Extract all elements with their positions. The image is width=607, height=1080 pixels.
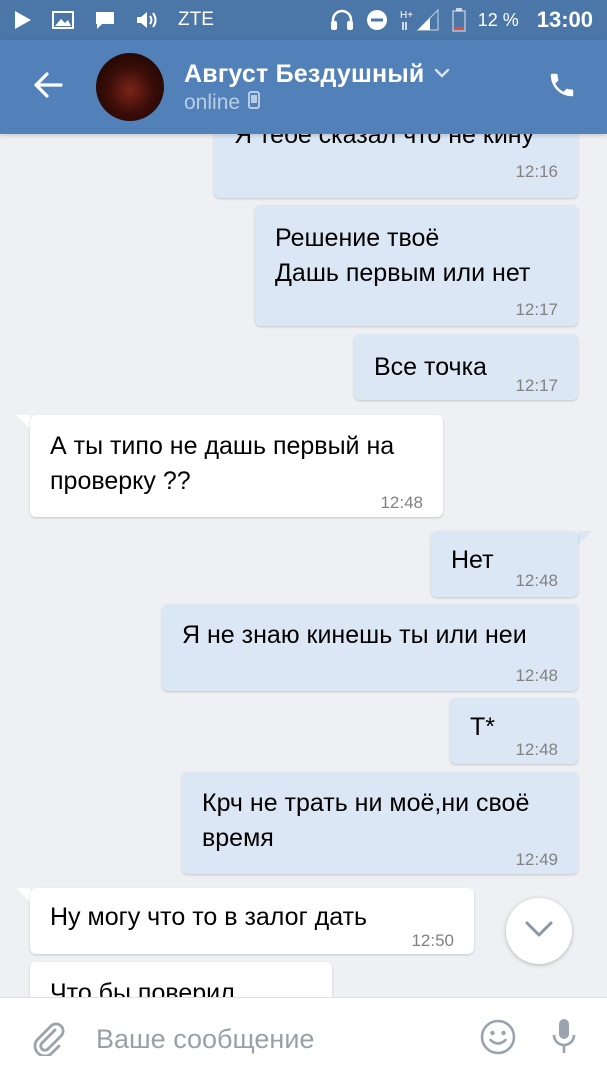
paperclip-icon [31, 1018, 65, 1061]
message-time: 12:50 [411, 931, 454, 950]
clock: 13:00 [536, 7, 593, 32]
message-text: Я тебе сказал что не кину [234, 134, 535, 149]
message-time: 12:48 [515, 666, 558, 685]
avatar[interactable] [96, 53, 164, 121]
message-text: Нет [451, 546, 494, 574]
message-bubble[interactable]: А ты типо не дашь первый на проверку ?? … [30, 415, 443, 517]
message-time: 12:48 [515, 740, 558, 759]
message-bubble[interactable]: Решение твоё Дашь первым или нет 12:17 [255, 205, 578, 326]
message-text: Решение твоё Дашь первым или нет [275, 224, 531, 287]
message-text: Я не знаю кинешь ты или неи [182, 621, 527, 649]
message-list[interactable]: Я тебе сказал что не кину 12:16 Решение … [0, 134, 607, 997]
message-bubble[interactable]: Что бы поверил [30, 962, 332, 997]
bubble-tail [16, 888, 30, 902]
message-time: 12:17 [515, 300, 558, 319]
message-input[interactable] [96, 1009, 463, 1069]
message-bubble[interactable]: Я тебе сказал что не кину 12:16 [214, 134, 578, 198]
mobile-icon [248, 91, 261, 114]
network-type-label: H+ [400, 10, 413, 21]
chevron-down-icon [434, 65, 450, 83]
message-time: 12:48 [515, 571, 558, 590]
contact-info[interactable]: Август Бездушный online [184, 60, 450, 115]
message-bubble[interactable]: Т* 12:48 [450, 698, 578, 764]
message-composer [0, 997, 607, 1080]
chevron-down-icon [524, 920, 554, 943]
signal-icon: H+ [400, 8, 440, 32]
back-arrow-icon [33, 71, 63, 103]
battery-icon [452, 8, 466, 32]
message-time: 12:17 [515, 376, 558, 395]
message-text: А ты типо не дашь первый на проверку ?? [50, 432, 395, 495]
contact-status: online [184, 90, 241, 114]
play-icon [14, 10, 32, 30]
bubble-tail [16, 415, 30, 429]
message-bubble[interactable]: Ну могу что то в залог дать 12:50 [30, 888, 474, 954]
chat-header: Август Бездушный online [0, 40, 607, 134]
battery-percent: 12 % [477, 9, 519, 30]
scroll-down-button[interactable] [506, 898, 572, 964]
message-text: Крч не трать ни моё,ни своё время [202, 789, 530, 852]
gallery-icon [52, 10, 74, 30]
bubble-tail [578, 531, 592, 545]
call-button[interactable] [517, 40, 607, 134]
chat-icon [94, 10, 116, 30]
smiley-icon [480, 1019, 516, 1060]
message-text: Что бы поверил [50, 979, 235, 997]
do-not-disturb-icon [366, 9, 388, 31]
status-bar: ZTE H+ 12 % 13:00 [0, 0, 607, 40]
volume-icon [136, 10, 158, 30]
voice-message-button[interactable] [533, 998, 595, 1080]
message-bubble[interactable]: Нет 12:48 [431, 531, 578, 597]
message-bubble[interactable]: Крч не трать ни моё,ни своё время 12:49 [182, 772, 578, 874]
message-text: Т* [470, 713, 495, 741]
message-time: 12:49 [515, 850, 558, 869]
headset-icon [330, 9, 354, 31]
message-bubble[interactable]: Все точка 12:17 [354, 334, 578, 400]
message-text: Ну могу что то в залог дать [50, 903, 368, 931]
attach-button[interactable] [0, 998, 96, 1080]
phone-icon [547, 70, 577, 105]
message-time: 12:16 [515, 162, 558, 181]
message-time: 12:48 [380, 493, 423, 512]
back-button[interactable] [0, 40, 96, 134]
emoji-button[interactable] [463, 998, 533, 1080]
carrier-label: ZTE [178, 9, 214, 30]
message-text: Все точка [374, 353, 487, 381]
contact-name: Август Бездушный [184, 59, 425, 88]
message-bubble[interactable]: Я не знаю кинешь ты или неи 12:48 [162, 604, 578, 691]
microphone-icon [551, 1017, 577, 1062]
